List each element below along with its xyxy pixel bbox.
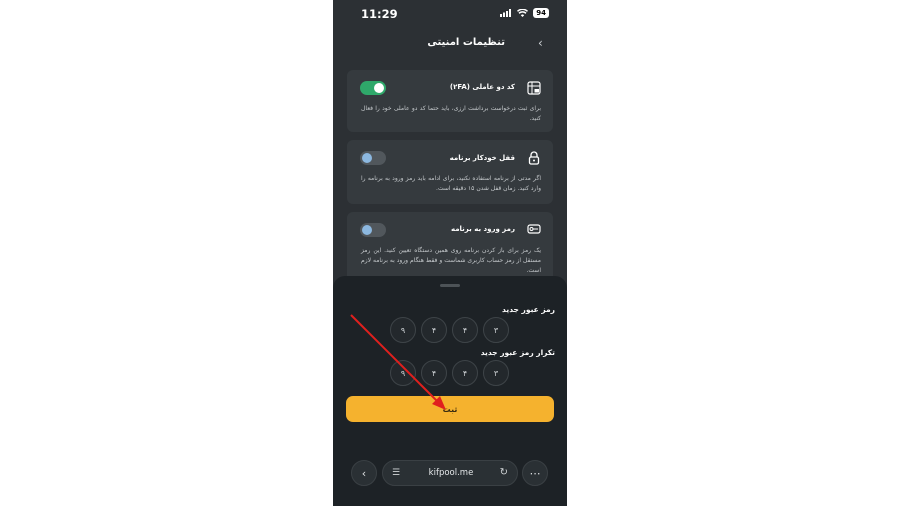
grid-lock-icon xyxy=(527,81,541,95)
battery-icon: 94 xyxy=(533,8,549,18)
chevron-left-icon: ‹ xyxy=(361,466,367,480)
card-title: کد دو عاملی (۲FA) xyxy=(449,83,515,91)
sheet-handle[interactable] xyxy=(440,284,460,287)
toggle-knob xyxy=(362,225,372,235)
pin-digit[interactable]: ۴ xyxy=(421,360,447,386)
pin-digit[interactable]: ۴ xyxy=(452,317,478,343)
new-password-label: رمز عبور جدید xyxy=(502,305,555,314)
browser-toolbar: ‹ ☰ kifpool.me ↻ ⋯ xyxy=(333,460,567,490)
password-bottom-sheet: رمز عبور جدید ۹ ۴ ۴ ۳ تکرار رمز عبور جدی… xyxy=(333,276,567,506)
toggle-auto-lock[interactable] xyxy=(360,151,386,165)
key-icon xyxy=(527,224,541,234)
pin-digit[interactable]: ۹ xyxy=(390,360,416,386)
page-title: تنظیمات امنیتی xyxy=(427,37,505,48)
pin-digit[interactable]: ۳ xyxy=(483,360,509,386)
status-icons: 94 xyxy=(500,8,549,18)
page-header: تنظیمات امنیتی ‹ xyxy=(333,34,567,54)
new-password-pin[interactable]: ۹ ۴ ۴ ۳ xyxy=(390,317,509,343)
chevron-left-icon[interactable]: ‹ xyxy=(538,36,543,50)
phone-screen: 11:29 94 تنظیمات امنیتی ‹ کد دو عاملی (۲… xyxy=(333,0,567,506)
more-button[interactable]: ⋯ xyxy=(522,460,548,486)
browser-back-button[interactable]: ‹ xyxy=(351,460,377,486)
card-2fa: کد دو عاملی (۲FA) برای ثبت درخواست برداش… xyxy=(347,70,553,132)
card-auto-lock: قفل خودکار برنامه اگر مدتی از برنامه است… xyxy=(347,140,553,204)
repeat-password-pin[interactable]: ۹ ۴ ۴ ۳ xyxy=(390,360,509,386)
pin-digit[interactable]: ۹ xyxy=(390,317,416,343)
card-description: یک رمز برای باز کردن برنامه روی همین دست… xyxy=(361,247,541,274)
reload-icon[interactable]: ↻ xyxy=(500,467,508,478)
card-title: قفل خودکار برنامه xyxy=(449,154,515,162)
card-description: برای ثبت درخواست برداشت ارزی، باید حتما … xyxy=(361,105,541,122)
wifi-icon xyxy=(517,9,529,17)
card-description: اگر مدتی از برنامه استفاده نکنید، برای ا… xyxy=(361,175,541,192)
submit-button[interactable]: ثبت xyxy=(346,396,554,422)
address-bar[interactable]: ☰ kifpool.me ↻ xyxy=(382,460,518,486)
card-title: رمز ورود به برنامه xyxy=(450,225,515,233)
toggle-2fa[interactable] xyxy=(360,81,386,95)
status-time: 11:29 xyxy=(361,7,398,21)
lock-icon xyxy=(528,151,540,165)
toggle-knob xyxy=(362,153,372,163)
pin-digit[interactable]: ۴ xyxy=(452,360,478,386)
pin-digit[interactable]: ۴ xyxy=(421,317,447,343)
signal-icon xyxy=(500,9,512,17)
pin-digit[interactable]: ۳ xyxy=(483,317,509,343)
toggle-app-password[interactable] xyxy=(360,223,386,237)
url-text: kifpool.me xyxy=(428,468,474,478)
status-bar: 11:29 94 xyxy=(333,0,567,28)
repeat-password-label: تکرار رمز عبور جدید xyxy=(480,348,555,357)
toggle-knob xyxy=(374,83,384,93)
card-app-password: رمز ورود به برنامه یک رمز برای باز کردن … xyxy=(347,212,553,284)
more-dots-icon: ⋯ xyxy=(529,466,541,480)
